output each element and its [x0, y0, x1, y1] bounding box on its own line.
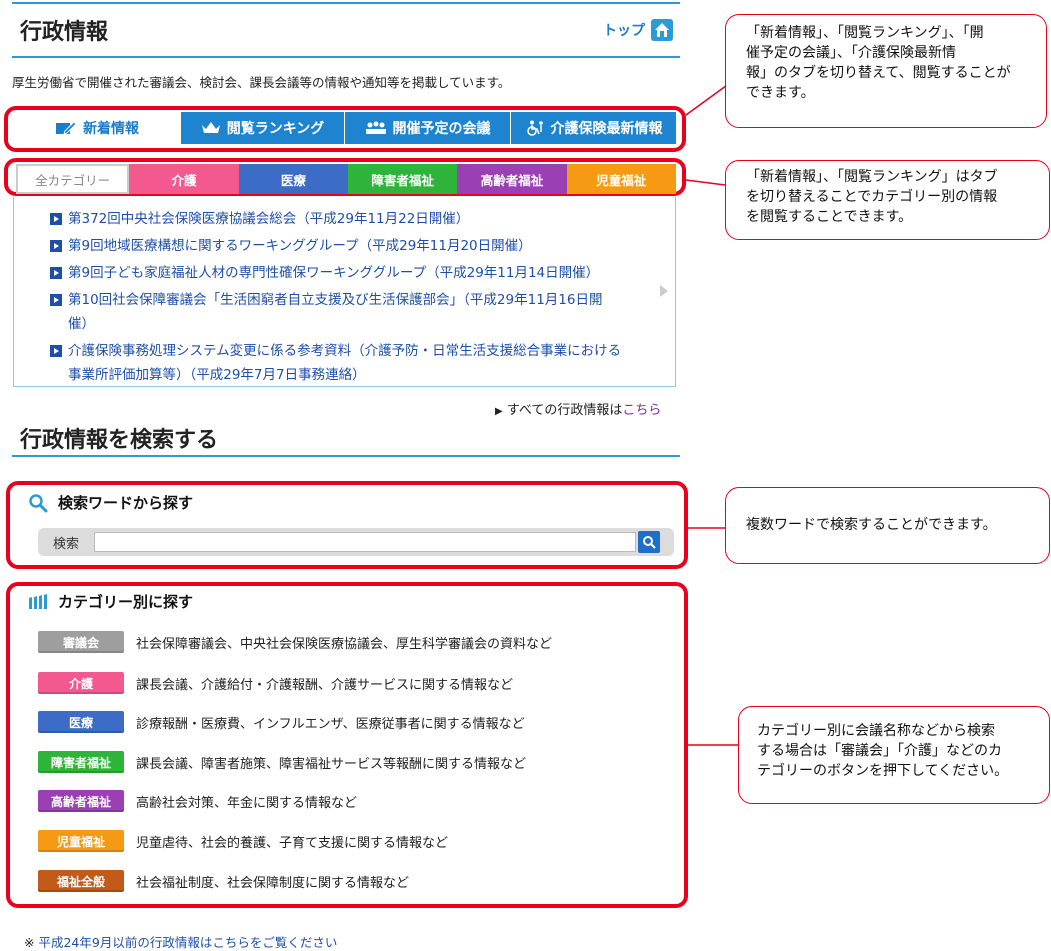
callout-line: 催予定の会議」、「介護保険最新情	[746, 45, 956, 61]
callout-line: を切り替えることでカテゴリー別の情報	[746, 189, 998, 205]
callout-line: テゴリーのボタンを押下してください。	[757, 763, 1009, 779]
callout-line: 報」のタブを切り替えて、閲覧することが	[746, 65, 1011, 81]
callout-connector	[685, 179, 726, 186]
callout-line: 「新着情報」、「閲覧ランキング」はタブ	[746, 169, 998, 185]
callout-line: 「新着情報」、「閲覧ランキング」、「開	[746, 25, 984, 41]
callout-tabs-note: 「新着情報」、「閲覧ランキング」、「開 催予定の会議」、「介護保険最新情 報」の…	[725, 14, 1047, 128]
callout-category-button-note: カテゴリー別に会議名称などから検索 する場合は「審議会」「介護」などのカ テゴリ…	[738, 706, 1050, 804]
callout-line: できます。	[746, 85, 815, 101]
callout-line: する場合は「審議会」「介護」などのカ	[757, 743, 1002, 759]
callout-line: を閲覧することできます。	[746, 209, 913, 225]
callout-connectors	[685, 71, 746, 746]
callout-line: カテゴリー別に会議名称などから検索	[757, 723, 995, 739]
callout-category-note: 「新着情報」、「閲覧ランキング」はタブ を切り替えることでカテゴリー別の情報 を…	[725, 160, 1050, 240]
callout-line: 複数ワードで検索することができます。	[746, 517, 997, 533]
callout-search-note: 複数ワードで検索することができます。	[725, 487, 1050, 564]
